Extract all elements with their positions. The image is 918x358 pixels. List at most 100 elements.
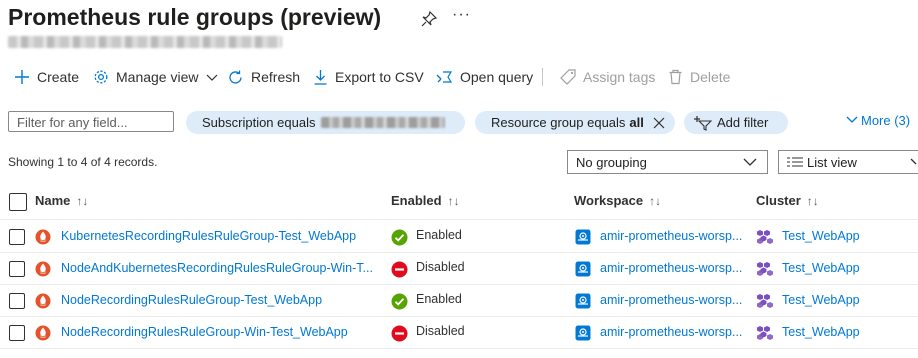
cluster-link[interactable]: Test_WebApp	[782, 261, 860, 275]
cluster-link[interactable]: Test_WebApp	[782, 293, 860, 307]
export-csv-button[interactable]: Export to CSV	[313, 66, 424, 88]
sort-icon: ↑↓	[447, 194, 460, 208]
page-subtitle-redacted	[8, 36, 282, 48]
disabled-icon	[391, 261, 408, 278]
records-count: Showing 1 to 4 of 4 records.	[8, 155, 158, 169]
aks-cluster-icon	[756, 292, 774, 310]
grouping-dropdown[interactable]: No grouping	[567, 150, 768, 174]
subscription-filter-label: Subscription equals	[202, 115, 316, 130]
column-header-name[interactable]: Name ↑↓	[35, 193, 88, 208]
more-actions-button[interactable]: ···	[452, 6, 471, 24]
workspace-link[interactable]: amir-prometheus-worsp...	[600, 261, 748, 275]
workspace-icon	[575, 325, 591, 341]
refresh-label: Refresh	[251, 69, 301, 85]
chevron-down-icon	[206, 74, 217, 81]
column-header-cluster[interactable]: Cluster ↑↓	[756, 193, 819, 208]
refresh-button[interactable]: Refresh	[227, 66, 300, 88]
more-filters-label: More (3)	[861, 113, 911, 128]
prometheus-icon	[35, 229, 51, 245]
resource-group-filter-label: Resource group equals	[491, 115, 626, 130]
list-view-icon	[787, 157, 803, 167]
sort-icon: ↑↓	[76, 194, 89, 208]
view-value: List view	[807, 154, 857, 170]
close-icon[interactable]	[653, 117, 665, 129]
cluster-link[interactable]: Test_WebApp	[782, 229, 860, 243]
prometheus-icon	[35, 261, 51, 277]
aks-cluster-icon	[756, 324, 774, 342]
select-all-checkbox[interactable]	[9, 193, 27, 211]
resource-group-filter-pill[interactable]: Resource group equals all	[475, 111, 675, 134]
disabled-icon	[391, 325, 408, 342]
rule-group-name-link[interactable]: NodeAndKubernetesRecordingRulesRuleGroup…	[61, 261, 383, 275]
delete-label: Delete	[690, 69, 731, 85]
column-name-label: Name	[35, 193, 71, 208]
workspace-link[interactable]: amir-prometheus-worsp...	[600, 229, 748, 243]
gear-icon	[94, 70, 108, 84]
cluster-link[interactable]: Test_WebApp	[782, 325, 860, 339]
filter-input[interactable]: Filter for any field...	[8, 111, 174, 132]
sort-icon: ↑↓	[806, 194, 819, 208]
add-filter-icon	[694, 115, 712, 131]
query-icon	[436, 71, 453, 83]
row-checkbox[interactable]	[9, 293, 25, 309]
column-header-workspace[interactable]: Workspace ↑↓	[574, 193, 661, 208]
trash-icon	[669, 69, 682, 85]
refresh-icon	[229, 70, 242, 84]
assign-tags-button[interactable]: Assign tags	[560, 66, 655, 88]
more-filters-button[interactable]: More (3)	[846, 113, 910, 128]
row-divider	[0, 284, 918, 285]
workspace-link[interactable]: amir-prometheus-worsp...	[600, 293, 748, 307]
subscription-filter-pill[interactable]: Subscription equals	[186, 111, 465, 134]
view-dropdown[interactable]: List view	[778, 150, 918, 174]
manage-view-label: Manage view	[116, 69, 199, 85]
assign-tags-label: Assign tags	[583, 69, 656, 85]
workspace-icon	[575, 261, 591, 277]
open-query-label: Open query	[460, 69, 534, 85]
sort-icon: ↑↓	[649, 194, 662, 208]
open-query-button[interactable]: Open query	[436, 66, 533, 88]
rule-group-name-link[interactable]: KubernetesRecordingRulesRuleGroup-Test_W…	[61, 229, 383, 243]
chevron-down-icon	[743, 158, 757, 166]
column-enabled-label: Enabled	[391, 193, 442, 208]
enabled-status: Disabled	[416, 324, 465, 338]
column-workspace-label: Workspace	[574, 193, 644, 208]
add-filter-button[interactable]: Add filter	[684, 111, 788, 134]
delete-button[interactable]: Delete	[668, 66, 730, 88]
prometheus-icon	[35, 325, 51, 341]
toolbar-divider	[542, 68, 543, 86]
chevron-down-icon	[910, 158, 917, 165]
row-checkbox[interactable]	[9, 261, 25, 277]
column-header-enabled[interactable]: Enabled ↑↓	[391, 193, 460, 208]
table-header-divider	[0, 219, 918, 220]
workspace-link[interactable]: amir-prometheus-worsp...	[600, 325, 748, 339]
rule-group-name-link[interactable]: NodeRecordingRulesRuleGroup-Test_WebApp	[61, 293, 383, 307]
enabled-check-icon	[391, 293, 408, 310]
row-divider	[0, 252, 918, 253]
subscription-value-redacted	[321, 117, 446, 128]
pin-icon[interactable]	[420, 10, 438, 28]
aks-cluster-icon	[756, 228, 774, 246]
enabled-status: Enabled	[416, 292, 462, 306]
rule-group-name-link[interactable]: NodeRecordingRulesRuleGroup-Win-Test_Web…	[61, 325, 383, 339]
export-csv-label: Export to CSV	[335, 69, 424, 85]
resource-group-filter-value: all	[629, 115, 644, 130]
row-checkbox[interactable]	[9, 325, 25, 341]
row-checkbox[interactable]	[9, 229, 25, 245]
download-icon	[314, 70, 327, 85]
plus-icon	[15, 70, 29, 84]
page-title: Prometheus rule groups (preview)	[8, 4, 382, 30]
enabled-check-icon	[391, 229, 408, 246]
add-filter-label: Add filter	[717, 115, 769, 130]
enabled-status: Disabled	[416, 260, 465, 274]
manage-view-button[interactable]: Manage view	[93, 66, 219, 88]
prometheus-icon	[35, 293, 51, 309]
column-cluster-label: Cluster	[756, 193, 801, 208]
grouping-value: No grouping	[576, 154, 647, 170]
chevron-down-icon	[846, 116, 858, 123]
row-divider	[0, 316, 918, 317]
aks-cluster-icon	[756, 260, 774, 278]
workspace-icon	[575, 229, 591, 245]
enabled-status: Enabled	[416, 228, 462, 242]
create-button[interactable]: Create	[14, 66, 79, 88]
row-divider	[0, 348, 918, 349]
